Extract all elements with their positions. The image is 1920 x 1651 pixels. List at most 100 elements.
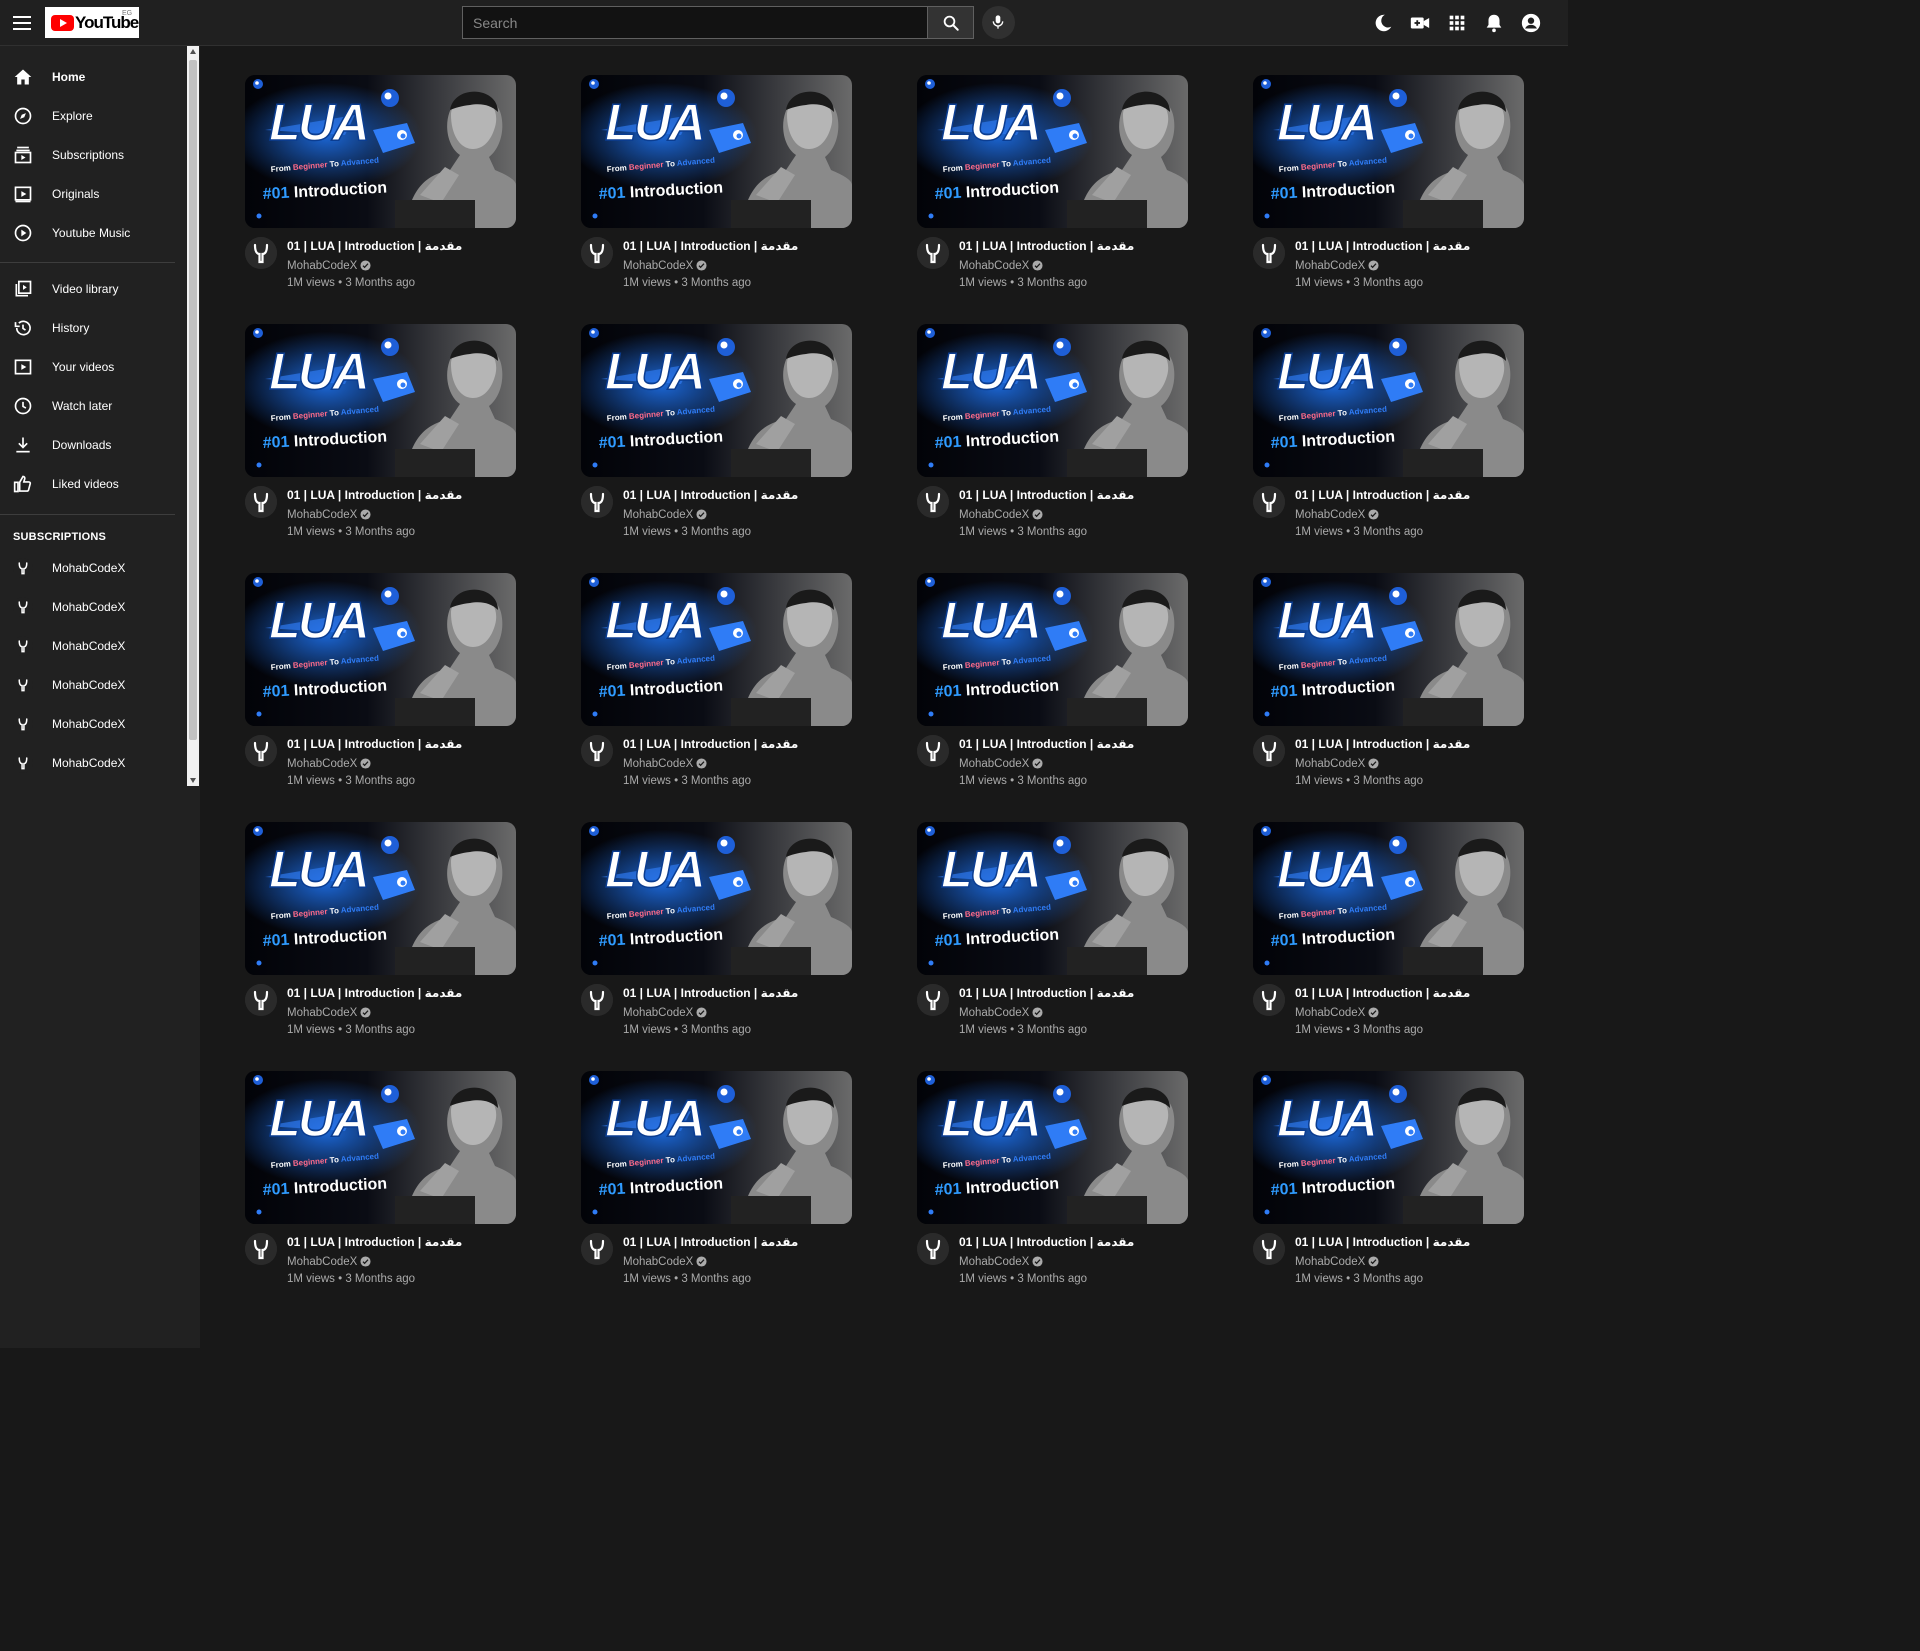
channel-name-row[interactable]: MohabCodeX bbox=[623, 509, 707, 521]
channel-name-row[interactable]: MohabCodeX bbox=[1295, 758, 1379, 770]
video-title[interactable]: 01 | LUA | Introduction | مقدمة bbox=[959, 1235, 1134, 1249]
scroll-up-arrow-icon[interactable] bbox=[190, 49, 196, 54]
video-title[interactable]: 01 | LUA | Introduction | مقدمة bbox=[959, 488, 1134, 502]
channel-avatar[interactable] bbox=[245, 1233, 277, 1265]
channel-name[interactable]: MohabCodeX bbox=[623, 1256, 693, 1268]
video-title[interactable]: 01 | LUA | Introduction | مقدمة bbox=[623, 737, 798, 751]
sidebar-item-history[interactable]: History bbox=[0, 309, 175, 348]
video-card[interactable]: LUA From Beginner To Advanced #01 Introduc… bbox=[1253, 75, 1524, 305]
channel-name[interactable]: MohabCodeX bbox=[287, 1256, 357, 1268]
video-title[interactable]: 01 | LUA | Introduction | مقدمة bbox=[1295, 239, 1470, 253]
channel-name-row[interactable]: MohabCodeX bbox=[623, 260, 707, 272]
video-card[interactable]: LUA From Beginner To Advanced #01 Introduc… bbox=[917, 573, 1188, 803]
video-thumbnail[interactable]: LUA From Beginner To Advanced #01 Introduc… bbox=[1253, 324, 1524, 477]
video-title[interactable]: 01 | LUA | Introduction | مقدمة bbox=[287, 1235, 462, 1249]
channel-name[interactable]: MohabCodeX bbox=[623, 260, 693, 272]
channel-name[interactable]: MohabCodeX bbox=[1295, 260, 1365, 272]
video-card[interactable]: LUA From Beginner To Advanced #01 Introduc… bbox=[1253, 822, 1524, 1052]
video-thumbnail[interactable]: LUA From Beginner To Advanced #01 Introduc… bbox=[581, 324, 852, 477]
video-thumbnail[interactable]: LUA From Beginner To Advanced #01 Introduc… bbox=[1253, 1071, 1524, 1224]
search-button[interactable] bbox=[927, 6, 974, 39]
video-title[interactable]: 01 | LUA | Introduction | مقدمة bbox=[1295, 737, 1470, 751]
scrollbar-thumb[interactable] bbox=[189, 60, 197, 740]
scroll-down-arrow-icon[interactable] bbox=[190, 778, 196, 783]
channel-avatar[interactable] bbox=[581, 237, 613, 269]
channel-avatar[interactable] bbox=[1253, 984, 1285, 1016]
voice-search-button[interactable] bbox=[982, 6, 1015, 39]
video-title[interactable]: 01 | LUA | Introduction | مقدمة bbox=[287, 488, 462, 502]
channel-name-row[interactable]: MohabCodeX bbox=[287, 758, 371, 770]
channel-name-row[interactable]: MohabCodeX bbox=[959, 1256, 1043, 1268]
video-title[interactable]: 01 | LUA | Introduction | مقدمة bbox=[287, 986, 462, 1000]
channel-avatar[interactable] bbox=[581, 735, 613, 767]
channel-name-row[interactable]: MohabCodeX bbox=[623, 758, 707, 770]
channel-name-row[interactable]: MohabCodeX bbox=[959, 1007, 1043, 1019]
channel-name-row[interactable]: MohabCodeX bbox=[959, 509, 1043, 521]
channel-avatar[interactable] bbox=[1253, 237, 1285, 269]
sidebar-item-subscription[interactable]: MohabCodeX bbox=[0, 588, 175, 627]
channel-name[interactable]: MohabCodeX bbox=[287, 260, 357, 272]
sidebar-item-watch-later[interactable]: Watch later bbox=[0, 387, 175, 426]
channel-name-row[interactable]: MohabCodeX bbox=[623, 1007, 707, 1019]
video-thumbnail[interactable]: LUA From Beginner To Advanced #01 Introduc… bbox=[1253, 573, 1524, 726]
sidebar-item-subscription[interactable]: MohabCodeX bbox=[0, 549, 175, 588]
video-title[interactable]: 01 | LUA | Introduction | مقدمة bbox=[623, 488, 798, 502]
video-thumbnail[interactable]: LUA From Beginner To Advanced #01 Introduc… bbox=[245, 822, 516, 975]
video-card[interactable]: LUA From Beginner To Advanced #01 Introduc… bbox=[245, 75, 516, 305]
video-thumbnail[interactable]: LUA From Beginner To Advanced #01 Introduc… bbox=[581, 822, 852, 975]
channel-name[interactable]: MohabCodeX bbox=[959, 1256, 1029, 1268]
channel-name-row[interactable]: MohabCodeX bbox=[623, 1256, 707, 1268]
video-thumbnail[interactable]: LUA From Beginner To Advanced #01 Introduc… bbox=[245, 573, 516, 726]
video-card[interactable]: LUA From Beginner To Advanced #01 Introduc… bbox=[581, 1071, 852, 1301]
sidebar-item-explore[interactable]: Explore bbox=[0, 97, 175, 136]
channel-name[interactable]: MohabCodeX bbox=[623, 758, 693, 770]
channel-name-row[interactable]: MohabCodeX bbox=[959, 260, 1043, 272]
channel-avatar[interactable] bbox=[917, 735, 949, 767]
channel-name[interactable]: MohabCodeX bbox=[959, 509, 1029, 521]
video-thumbnail[interactable]: LUA From Beginner To Advanced #01 Introduc… bbox=[581, 75, 852, 228]
video-title[interactable]: 01 | LUA | Introduction | مقدمة bbox=[623, 239, 798, 253]
video-title[interactable]: 01 | LUA | Introduction | مقدمة bbox=[623, 1235, 798, 1249]
channel-avatar[interactable] bbox=[245, 735, 277, 767]
channel-name[interactable]: MohabCodeX bbox=[959, 260, 1029, 272]
video-thumbnail[interactable]: LUA From Beginner To Advanced #01 Introduc… bbox=[1253, 75, 1524, 228]
video-thumbnail[interactable]: LUA From Beginner To Advanced #01 Introduc… bbox=[917, 75, 1188, 228]
channel-name-row[interactable]: MohabCodeX bbox=[1295, 1007, 1379, 1019]
video-thumbnail[interactable]: LUA From Beginner To Advanced #01 Introduc… bbox=[917, 573, 1188, 726]
channel-name[interactable]: MohabCodeX bbox=[287, 758, 357, 770]
channel-avatar[interactable] bbox=[245, 486, 277, 518]
video-title[interactable]: 01 | LUA | Introduction | مقدمة bbox=[287, 737, 462, 751]
channel-avatar[interactable] bbox=[581, 984, 613, 1016]
video-thumbnail[interactable]: LUA From Beginner To Advanced #01 Introduc… bbox=[917, 1071, 1188, 1224]
channel-name-row[interactable]: MohabCodeX bbox=[287, 509, 371, 521]
account-icon[interactable] bbox=[1520, 12, 1542, 34]
sidebar-item-subscriptions[interactable]: Subscriptions bbox=[0, 136, 175, 175]
video-title[interactable]: 01 | LUA | Introduction | مقدمة bbox=[623, 986, 798, 1000]
video-card[interactable]: LUA From Beginner To Advanced #01 Introduc… bbox=[245, 324, 516, 554]
channel-name-row[interactable]: MohabCodeX bbox=[1295, 260, 1379, 272]
video-thumbnail[interactable]: LUA From Beginner To Advanced #01 Introduc… bbox=[245, 324, 516, 477]
channel-name[interactable]: MohabCodeX bbox=[959, 1007, 1029, 1019]
video-thumbnail[interactable]: LUA From Beginner To Advanced #01 Introduc… bbox=[917, 324, 1188, 477]
channel-avatar[interactable] bbox=[581, 1233, 613, 1265]
video-card[interactable]: LUA From Beginner To Advanced #01 Introduc… bbox=[581, 573, 852, 803]
channel-name[interactable]: MohabCodeX bbox=[1295, 758, 1365, 770]
video-card[interactable]: LUA From Beginner To Advanced #01 Introduc… bbox=[1253, 324, 1524, 554]
channel-avatar[interactable] bbox=[917, 984, 949, 1016]
sidebar-item-video-library[interactable]: Video library bbox=[0, 270, 175, 309]
channel-name-row[interactable]: MohabCodeX bbox=[287, 1007, 371, 1019]
channel-avatar[interactable] bbox=[245, 984, 277, 1016]
video-thumbnail[interactable]: LUA From Beginner To Advanced #01 Introduc… bbox=[581, 573, 852, 726]
channel-name[interactable]: MohabCodeX bbox=[623, 509, 693, 521]
channel-avatar[interactable] bbox=[917, 1233, 949, 1265]
channel-name[interactable]: MohabCodeX bbox=[1295, 1007, 1365, 1019]
sidebar-item-subscription[interactable]: MohabCodeX bbox=[0, 627, 175, 666]
video-title[interactable]: 01 | LUA | Introduction | مقدمة bbox=[287, 239, 462, 253]
channel-name-row[interactable]: MohabCodeX bbox=[287, 1256, 371, 1268]
channel-name[interactable]: MohabCodeX bbox=[623, 1007, 693, 1019]
channel-avatar[interactable] bbox=[1253, 486, 1285, 518]
video-thumbnail[interactable]: LUA From Beginner To Advanced #01 Introduc… bbox=[581, 1071, 852, 1224]
sidebar-item-youtube-music[interactable]: Youtube Music bbox=[0, 214, 175, 253]
create-video-icon[interactable] bbox=[1409, 12, 1431, 34]
channel-avatar[interactable] bbox=[1253, 1233, 1285, 1265]
